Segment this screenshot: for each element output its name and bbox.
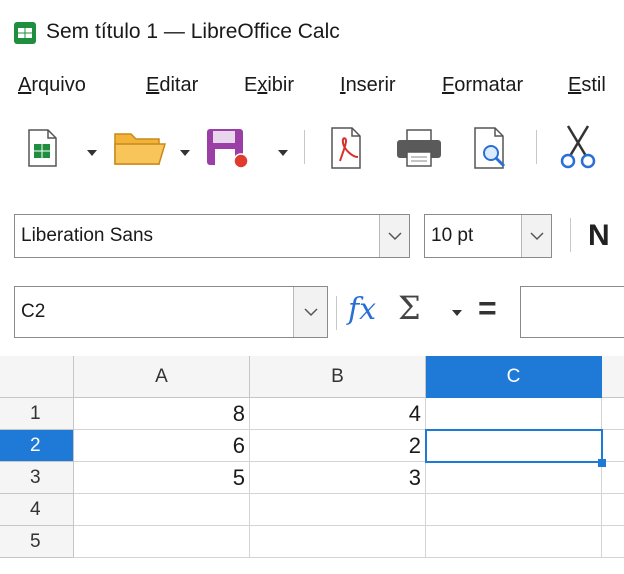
export-pdf-icon [331, 127, 361, 169]
save-button[interactable] [204, 126, 252, 170]
cell-c1[interactable] [426, 398, 602, 430]
menu-estilos[interactable]: Estil [568, 72, 606, 98]
cell-c4[interactable] [426, 494, 602, 526]
font-size-combo[interactable]: 10 pt [424, 214, 552, 258]
export-pdf-button[interactable] [326, 126, 366, 170]
toolbar-separator-3 [570, 218, 571, 252]
sum-dropdown-arrow[interactable] [452, 310, 462, 316]
chevron-down-icon [529, 232, 544, 241]
new-spreadsheet-button[interactable] [22, 128, 62, 168]
window-title: Sem título 1 — LibreOffice Calc [46, 20, 340, 43]
spreadsheet-grid: A B C 1 2 3 4 5 8 4 6 2 5 3 [0, 356, 624, 574]
name-box-dropdown[interactable] [293, 287, 327, 337]
name-box[interactable]: C2 [14, 286, 328, 338]
print-preview-button[interactable] [470, 126, 512, 170]
cell-c3[interactable] [426, 462, 602, 494]
formula-button[interactable]: = [478, 288, 497, 328]
sum-button[interactable]: Σ [398, 288, 421, 328]
calc-app-icon [14, 22, 36, 44]
new-dropdown-arrow[interactable] [87, 150, 97, 156]
cut-button[interactable] [556, 124, 600, 170]
save-icon [207, 129, 249, 169]
cell-a5[interactable] [74, 526, 250, 558]
name-box-value: C2 [21, 301, 46, 322]
cell-c5[interactable] [426, 526, 602, 558]
column-header-a[interactable]: A [74, 356, 250, 398]
font-name-combo[interactable]: Liberation Sans [14, 214, 410, 258]
cell-b3[interactable]: 3 [250, 462, 426, 494]
cell-c2[interactable] [426, 430, 602, 462]
cut-icon [560, 125, 596, 169]
menu-inserir[interactable]: Inserir [340, 72, 396, 98]
bold-button[interactable]: N [588, 216, 610, 256]
cell-b4[interactable] [250, 494, 426, 526]
row-header-3[interactable]: 3 [0, 462, 74, 494]
formula-input[interactable] [520, 286, 624, 338]
fill-handle[interactable] [598, 459, 606, 467]
row-header-5[interactable]: 5 [0, 526, 74, 558]
cell-d1[interactable] [602, 398, 624, 430]
chevron-down-icon [387, 232, 402, 241]
print-button[interactable] [394, 128, 444, 168]
cell-a1[interactable]: 8 [74, 398, 250, 430]
new-spreadsheet-icon [28, 129, 57, 167]
open-folder-icon [114, 133, 167, 165]
title-bar: Sem título 1 — LibreOffice Calc [0, 0, 624, 60]
chevron-down-icon [303, 308, 318, 317]
menu-arquivo[interactable]: Arquivo [18, 72, 86, 98]
font-size-value: 10 pt [431, 225, 474, 246]
column-header-b[interactable]: B [250, 356, 426, 398]
print-preview-icon [474, 127, 506, 169]
font-size-dropdown[interactable] [521, 215, 551, 257]
toolbar-separator [304, 130, 305, 164]
column-header-d[interactable] [602, 356, 624, 398]
font-name-value: Liberation Sans [21, 225, 154, 246]
font-name-dropdown[interactable] [379, 215, 409, 257]
cell-a3[interactable]: 5 [74, 462, 250, 494]
row-header-4[interactable]: 4 [0, 494, 74, 526]
open-button[interactable] [112, 128, 168, 168]
cell-d2[interactable] [602, 430, 624, 462]
cell-a4[interactable] [74, 494, 250, 526]
column-header-c[interactable]: C [426, 356, 602, 398]
cell-d5[interactable] [602, 526, 624, 558]
cell-d4[interactable] [602, 494, 624, 526]
toolbar-separator-2 [536, 130, 537, 164]
formula-separator [336, 296, 337, 330]
select-all-corner[interactable] [0, 356, 74, 398]
save-dropdown-arrow[interactable] [278, 150, 288, 156]
function-wizard-button[interactable]: fx [348, 290, 376, 330]
menu-exibir[interactable]: Exibir [244, 72, 294, 98]
cell-b2[interactable]: 2 [250, 430, 426, 462]
row-header-2[interactable]: 2 [0, 430, 74, 462]
cell-b5[interactable] [250, 526, 426, 558]
cell-a2[interactable]: 6 [74, 430, 250, 462]
cell-b1[interactable]: 4 [250, 398, 426, 430]
menu-bar: Arquivo Editar Exibir Inserir Formatar E… [0, 60, 624, 110]
menu-editar[interactable]: Editar [146, 72, 198, 98]
row-header-1[interactable]: 1 [0, 398, 74, 430]
print-icon [397, 129, 441, 167]
open-dropdown-arrow[interactable] [180, 150, 190, 156]
menu-formatar[interactable]: Formatar [442, 72, 523, 98]
